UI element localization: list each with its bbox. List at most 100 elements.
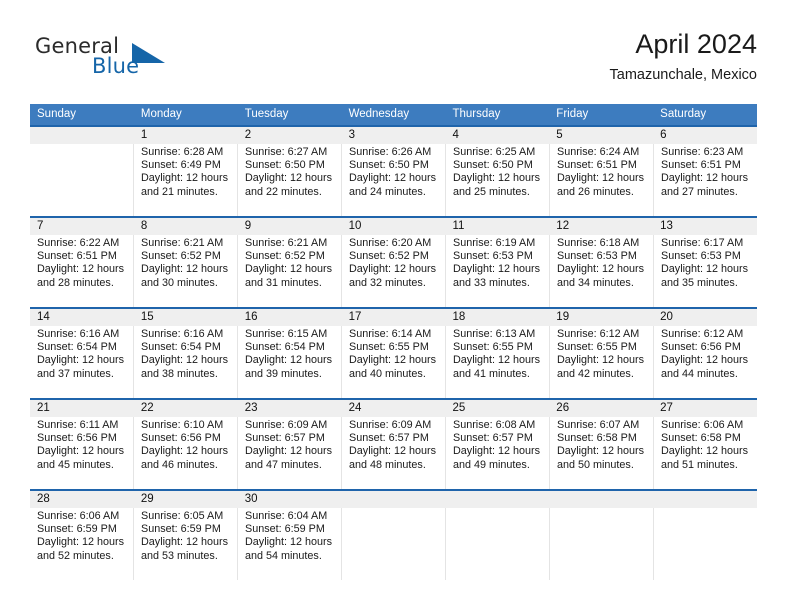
day-number: 27 [660,402,673,414]
daylight-text-line1: Daylight: 12 hours [661,354,749,367]
sunrise-text: Sunrise: 6:09 AM [349,419,432,431]
daylight-text-line1: Daylight: 12 hours [661,172,749,185]
day-cell[interactable]: Sunrise: 6:21 AM Sunset: 6:52 PM Dayligh… [134,235,238,307]
weekday-header-row: Sunday Monday Tuesday Wednesday Thursday… [30,104,757,125]
daylight-text-line2: and 42 minutes. [557,367,634,380]
day-cell[interactable]: Sunrise: 6:12 AM Sunset: 6:56 PM Dayligh… [654,326,757,398]
sunset-text: Sunset: 6:50 PM [453,159,533,172]
day-cell[interactable]: Sunrise: 6:09 AM Sunset: 6:57 PM Dayligh… [238,417,342,489]
daylight-text-line2: and 27 minutes. [661,185,738,198]
day-number: 22 [140,402,154,414]
day-cell[interactable] [654,508,757,580]
day-cell[interactable]: Sunrise: 6:05 AM Sunset: 6:59 PM Dayligh… [134,508,238,580]
day-cell[interactable]: Sunrise: 6:16 AM Sunset: 6:54 PM Dayligh… [30,326,134,398]
daylight-text-line1: Daylight: 12 hours [349,263,437,276]
daylight-text-line2: and 39 minutes. [245,367,322,380]
title-block: April 2024 Tamazunchale, Mexico [610,28,758,85]
day-cell[interactable]: Sunrise: 6:18 AM Sunset: 6:53 PM Dayligh… [550,235,654,307]
daylight-text-line1: Daylight: 12 hours [141,263,229,276]
day-cell[interactable]: Sunrise: 6:21 AM Sunset: 6:52 PM Dayligh… [238,235,342,307]
day-number: 16 [244,311,258,323]
sunrise-text: Sunrise: 6:08 AM [453,419,536,431]
sunrise-text: Sunrise: 6:07 AM [557,419,640,431]
day-cell[interactable]: Sunrise: 6:14 AM Sunset: 6:55 PM Dayligh… [342,326,446,398]
day-cell[interactable]: Sunrise: 6:04 AM Sunset: 6:59 PM Dayligh… [238,508,342,580]
calendar-grid: Sunday Monday Tuesday Wednesday Thursday… [30,104,757,580]
day-number: 29 [140,493,154,505]
sunrise-text: Sunrise: 6:22 AM [37,237,120,249]
day-number: 30 [244,493,258,505]
sunrise-text: Sunrise: 6:05 AM [141,510,224,522]
day-cell[interactable]: Sunrise: 6:15 AM Sunset: 6:54 PM Dayligh… [238,326,342,398]
day-cell[interactable]: Sunrise: 6:08 AM Sunset: 6:57 PM Dayligh… [446,417,550,489]
sunrise-text: Sunrise: 6:18 AM [557,237,640,249]
day-cell[interactable]: Sunrise: 6:11 AM Sunset: 6:56 PM Dayligh… [30,417,134,489]
daylight-text-line2: and 52 minutes. [37,549,114,562]
day-cell[interactable]: Sunrise: 6:12 AM Sunset: 6:55 PM Dayligh… [550,326,654,398]
daylight-text-line1: Daylight: 12 hours [661,445,749,458]
daylight-text-line1: Daylight: 12 hours [37,445,125,458]
daylight-text-line1: Daylight: 12 hours [141,536,229,549]
daylight-text-line2: and 50 minutes. [557,458,634,471]
day-cell[interactable]: Sunrise: 6:23 AM Sunset: 6:51 PM Dayligh… [654,144,757,216]
day-cell[interactable]: Sunrise: 6:09 AM Sunset: 6:57 PM Dayligh… [342,417,446,489]
daylight-text-line2: and 44 minutes. [661,367,738,380]
day-cell[interactable] [30,144,134,216]
daylight-text-line2: and 47 minutes. [245,458,322,471]
sunset-text: Sunset: 6:51 PM [557,159,637,172]
daylight-text-line2: and 30 minutes. [141,276,218,289]
weekday-header-thursday: Thursday [452,108,501,120]
day-number: 11 [452,220,465,232]
day-cell[interactable]: Sunrise: 6:28 AM Sunset: 6:49 PM Dayligh… [134,144,238,216]
sunrise-text: Sunrise: 6:13 AM [453,328,536,340]
sunrise-text: Sunrise: 6:14 AM [349,328,432,340]
week-number-band: 1 2 3 4 5 6 [30,127,757,144]
day-cell[interactable]: Sunrise: 6:20 AM Sunset: 6:52 PM Dayligh… [342,235,446,307]
daylight-text-line2: and 41 minutes. [453,367,530,380]
day-cell[interactable] [446,508,550,580]
daylight-text-line1: Daylight: 12 hours [557,445,645,458]
week-number-band: 7 8 9 10 11 12 13 [30,218,757,235]
day-number: 8 [140,220,148,232]
sunrise-text: Sunrise: 6:21 AM [141,237,224,249]
daylight-text-line1: Daylight: 12 hours [245,354,333,367]
day-cell[interactable]: Sunrise: 6:26 AM Sunset: 6:50 PM Dayligh… [342,144,446,216]
daylight-text-line2: and 54 minutes. [245,549,322,562]
day-cell[interactable] [550,508,654,580]
day-cell[interactable]: Sunrise: 6:06 AM Sunset: 6:59 PM Dayligh… [30,508,134,580]
day-cell[interactable]: Sunrise: 6:06 AM Sunset: 6:58 PM Dayligh… [654,417,757,489]
sunrise-text: Sunrise: 6:16 AM [141,328,224,340]
day-number [653,491,757,508]
sunset-text: Sunset: 6:56 PM [141,432,221,445]
daylight-text-line2: and 37 minutes. [37,367,114,380]
day-number [342,491,446,508]
sunset-text: Sunset: 6:57 PM [349,432,429,445]
day-cell[interactable] [342,508,446,580]
daylight-text-line2: and 45 minutes. [37,458,114,471]
page-title: April 2024 [635,29,757,59]
day-cell[interactable]: Sunrise: 6:13 AM Sunset: 6:55 PM Dayligh… [446,326,550,398]
day-cell[interactable]: Sunrise: 6:19 AM Sunset: 6:53 PM Dayligh… [446,235,550,307]
sunset-text: Sunset: 6:58 PM [661,432,741,445]
daylight-text-line2: and 32 minutes. [349,276,426,289]
day-cell[interactable]: Sunrise: 6:24 AM Sunset: 6:51 PM Dayligh… [550,144,654,216]
day-cell[interactable]: Sunrise: 6:07 AM Sunset: 6:58 PM Dayligh… [550,417,654,489]
sunset-text: Sunset: 6:58 PM [557,432,637,445]
daylight-text-line2: and 24 minutes. [349,185,426,198]
day-cell[interactable]: Sunrise: 6:27 AM Sunset: 6:50 PM Dayligh… [238,144,342,216]
weekday-header-friday: Friday [556,108,589,120]
sunset-text: Sunset: 6:53 PM [661,250,741,263]
sunset-text: Sunset: 6:55 PM [557,341,637,354]
day-cell[interactable]: Sunrise: 6:10 AM Sunset: 6:56 PM Dayligh… [134,417,238,489]
day-cell[interactable]: Sunrise: 6:16 AM Sunset: 6:54 PM Dayligh… [134,326,238,398]
daylight-text-line1: Daylight: 12 hours [453,172,541,185]
daylight-text-line1: Daylight: 12 hours [661,263,749,276]
sunrise-text: Sunrise: 6:28 AM [141,146,224,158]
sunrise-text: Sunrise: 6:21 AM [245,237,328,249]
daylight-text-line2: and 28 minutes. [37,276,114,289]
day-cell[interactable]: Sunrise: 6:17 AM Sunset: 6:53 PM Dayligh… [654,235,757,307]
day-cell[interactable]: Sunrise: 6:25 AM Sunset: 6:50 PM Dayligh… [446,144,550,216]
day-cell[interactable]: Sunrise: 6:22 AM Sunset: 6:51 PM Dayligh… [30,235,134,307]
daylight-text-line1: Daylight: 12 hours [349,354,437,367]
brand-logo[interactable]: General Blue [35,34,245,84]
